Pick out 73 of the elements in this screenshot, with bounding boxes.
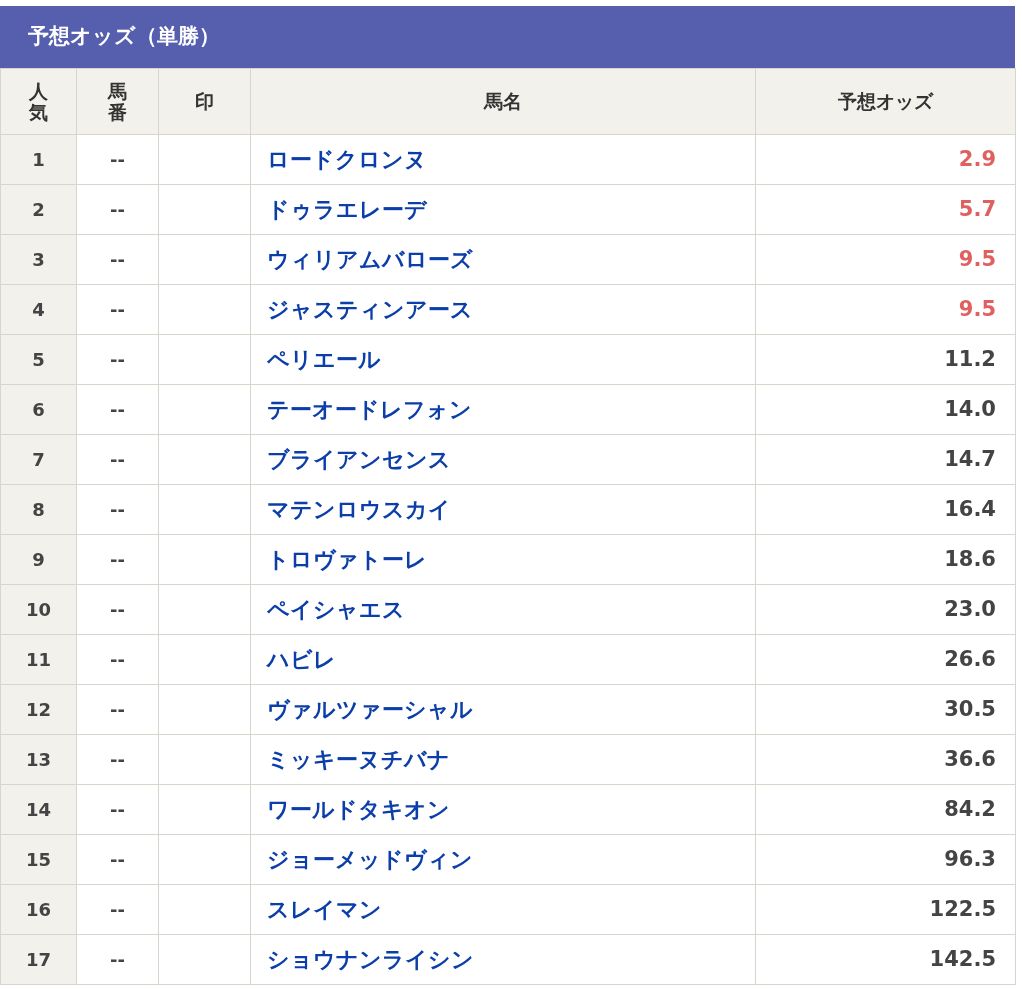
rank-cell: 10 bbox=[0, 584, 77, 635]
section-title: 予想オッズ（単勝） bbox=[28, 23, 220, 51]
rank-cell: 5 bbox=[0, 334, 77, 385]
odds-cell: 5.7 bbox=[755, 184, 1016, 235]
number-cell: -- bbox=[76, 234, 159, 285]
odds-cell: 9.5 bbox=[755, 284, 1016, 335]
odds-cell: 18.6 bbox=[755, 534, 1016, 585]
odds-cell: 96.3 bbox=[755, 834, 1016, 885]
number-cell: -- bbox=[76, 784, 159, 835]
horse-name-link[interactable]: ワールドタキオン bbox=[267, 797, 450, 822]
number-cell: -- bbox=[76, 634, 159, 685]
odds-cell: 16.4 bbox=[755, 484, 1016, 535]
odds-cell: 14.0 bbox=[755, 384, 1016, 435]
number-cell: -- bbox=[76, 884, 159, 935]
column-header: 印 bbox=[158, 68, 251, 135]
odds-cell: 14.7 bbox=[755, 434, 1016, 485]
horse-name-link[interactable]: ウィリアムバローズ bbox=[267, 247, 473, 272]
horse-name-link[interactable]: ペイシャエス bbox=[267, 597, 405, 622]
horse-name-link[interactable]: ドゥラエレーデ bbox=[267, 197, 427, 222]
horse-name-link[interactable]: ジャスティンアース bbox=[267, 297, 473, 322]
odds-cell: 36.6 bbox=[755, 734, 1016, 785]
column-header: 予想オッズ bbox=[755, 68, 1016, 135]
rank-cell: 3 bbox=[0, 234, 77, 285]
horse-name-link[interactable]: ロードクロンヌ bbox=[267, 147, 427, 172]
rank-cell: 4 bbox=[0, 284, 77, 335]
odds-cell: 122.5 bbox=[755, 884, 1016, 935]
horse-name-link[interactable]: ジョーメッドヴィン bbox=[267, 847, 473, 872]
horse-name-link[interactable]: ブライアンセンス bbox=[267, 447, 451, 472]
rank-cell: 6 bbox=[0, 384, 77, 435]
rank-cell: 7 bbox=[0, 434, 77, 485]
rank-cell: 9 bbox=[0, 534, 77, 585]
rank-cell: 14 bbox=[0, 784, 77, 835]
rank-cell: 12 bbox=[0, 684, 77, 735]
number-cell: -- bbox=[76, 284, 159, 335]
number-cell: -- bbox=[76, 484, 159, 535]
rank-cell: 11 bbox=[0, 634, 77, 685]
number-cell: -- bbox=[76, 684, 159, 735]
rank-cell: 17 bbox=[0, 934, 77, 985]
rank-cell: 16 bbox=[0, 884, 77, 935]
odds-cell: 84.2 bbox=[755, 784, 1016, 835]
number-cell: -- bbox=[76, 184, 159, 235]
number-cell: -- bbox=[76, 534, 159, 585]
odds-cell: 30.5 bbox=[755, 684, 1016, 735]
number-cell: -- bbox=[76, 734, 159, 785]
odds-cell: 142.5 bbox=[755, 934, 1016, 985]
rank-cell: 1 bbox=[0, 134, 77, 185]
horse-name-link[interactable]: ミッキーヌチバナ bbox=[267, 747, 450, 772]
horse-name-link[interactable]: テーオードレフォン bbox=[267, 397, 472, 422]
number-cell: -- bbox=[76, 384, 159, 435]
horse-name-link[interactable]: ペリエール bbox=[267, 347, 381, 372]
number-cell: -- bbox=[76, 584, 159, 635]
odds-cell: 26.6 bbox=[755, 634, 1016, 685]
number-cell: -- bbox=[76, 434, 159, 485]
number-cell: -- bbox=[76, 934, 159, 985]
odds-cell: 9.5 bbox=[755, 234, 1016, 285]
number-cell: -- bbox=[76, 834, 159, 885]
column-header: 人気 bbox=[0, 68, 77, 135]
odds-cell: 2.9 bbox=[755, 134, 1016, 185]
rank-cell: 8 bbox=[0, 484, 77, 535]
horse-name-link[interactable]: ヴァルツァーシャル bbox=[267, 697, 473, 722]
horse-name-link[interactable]: ハビレ bbox=[267, 647, 336, 672]
odds-cell: 11.2 bbox=[755, 334, 1016, 385]
column-header: 馬番 bbox=[76, 68, 159, 135]
rank-cell: 13 bbox=[0, 734, 77, 785]
number-cell: -- bbox=[76, 334, 159, 385]
horse-name-link[interactable]: トロヴァトーレ bbox=[267, 547, 427, 572]
rank-cell: 15 bbox=[0, 834, 77, 885]
number-cell: -- bbox=[76, 134, 159, 185]
odds-cell: 23.0 bbox=[755, 584, 1016, 635]
horse-name-link[interactable]: スレイマン bbox=[267, 897, 382, 922]
rank-cell: 2 bbox=[0, 184, 77, 235]
column-header: 馬名 bbox=[250, 68, 756, 135]
horse-name-link[interactable]: マテンロウスカイ bbox=[267, 497, 451, 522]
